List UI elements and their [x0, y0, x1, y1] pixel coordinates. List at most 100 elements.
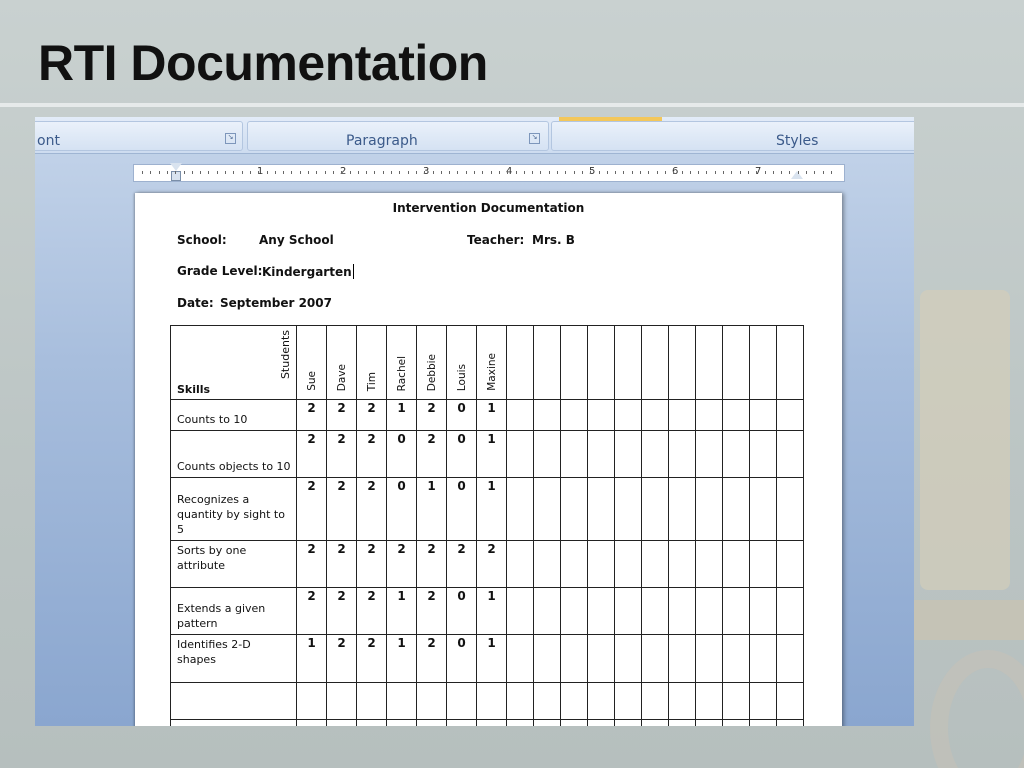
ruler-tick [565, 171, 567, 174]
score-cell: 2 [356, 399, 387, 431]
horizontal-ruler[interactable]: 1 2 3 4 5 6 7 [133, 163, 845, 182]
student-name: Debbie [425, 353, 438, 391]
grade-label: Grade Level: [177, 264, 263, 278]
ruler-tick [249, 171, 251, 174]
school-label: School: [177, 233, 227, 247]
ruler-tick [216, 171, 218, 174]
ruler-tick [424, 171, 426, 174]
word-screenshot: ont ↘ Paragraph ↘ Styles 1 2 3 4 5 6 7 I… [35, 117, 914, 726]
ruler-tick [781, 171, 783, 174]
document-page[interactable]: Intervention Documentation School: Any S… [135, 193, 842, 726]
skill-cell: Recognizes a quantity by sight to 5 [170, 477, 297, 541]
ruler-tick [465, 171, 467, 174]
ruler-tick [208, 171, 210, 174]
ruler-tick [507, 171, 509, 174]
ruler-tick [382, 171, 384, 174]
ruler-tick [407, 171, 409, 174]
document-title: Intervention Documentation [392, 201, 585, 215]
student-name: Maxine [485, 353, 498, 391]
ruler-tick [631, 171, 633, 174]
font-dialog-launcher-icon[interactable]: ↘ [225, 133, 236, 144]
ruler-tick [316, 171, 318, 174]
empty-cell [641, 325, 669, 400]
ruler-tick [797, 171, 799, 174]
skill-cell: Sorts by one attribute [170, 540, 297, 588]
student-name: Louis [455, 363, 468, 391]
teacher-label: Teacher: [467, 233, 525, 247]
ruler-tick [590, 171, 592, 174]
empty-cell [749, 325, 777, 400]
table-row-empty [170, 719, 804, 726]
ruler-tick [274, 171, 276, 174]
ruler-tick [706, 171, 708, 174]
ruler-tick [515, 171, 517, 174]
score-cell: 0 [446, 399, 477, 431]
teacher-value: Mrs. B [532, 233, 575, 247]
ribbon-bar: ont ↘ Paragraph ↘ Styles [35, 117, 914, 154]
ruler-tick [299, 171, 301, 174]
first-line-indent-marker-icon[interactable] [170, 163, 182, 171]
score-cell: 0 [386, 477, 417, 541]
ruler-tick [482, 171, 484, 174]
ruler-tick [440, 171, 442, 174]
score-cell: 1 [386, 399, 417, 431]
score-cell: 2 [296, 540, 327, 588]
score-cell: 2 [326, 540, 357, 588]
score-cell: 2 [416, 634, 447, 683]
styles-accent-bar [559, 117, 662, 121]
ruler-tick [806, 171, 807, 174]
ruler-tick [142, 171, 143, 174]
ruler-tick [175, 171, 177, 174]
score-cell: 2 [416, 540, 447, 588]
skill-cell: Extends a given pattern [170, 587, 297, 635]
table-row: Counts objects to 10 2 2 2 0 2 0 1 [170, 430, 804, 478]
score-cell: 1 [416, 477, 447, 541]
score-cell: 2 [386, 540, 417, 588]
score-cell: 2 [356, 634, 387, 683]
ruler-tick [772, 171, 774, 174]
ruler-tick [640, 171, 641, 174]
student-name: Dave [335, 363, 348, 391]
score-cell: 2 [356, 540, 387, 588]
score-cell: 2 [296, 477, 327, 541]
ribbon-styles-label: Styles [776, 133, 819, 149]
ruler-tick [308, 171, 309, 174]
score-cell: 2 [446, 540, 477, 588]
score-cell: 0 [446, 430, 477, 478]
score-cell: 2 [416, 399, 447, 431]
score-cell: 2 [416, 430, 447, 478]
ruler-tick [374, 171, 376, 174]
student-header-cell: Louis [446, 325, 477, 400]
ruler-tick [158, 171, 160, 174]
score-cell: 2 [326, 430, 357, 478]
ruler-tick [391, 171, 392, 174]
empty-cell [722, 325, 750, 400]
ruler-tick [474, 171, 475, 174]
score-cell: 2 [326, 399, 357, 431]
ruler-tick [789, 171, 791, 174]
students-header: Students [279, 330, 292, 380]
ruler-tick [681, 171, 683, 174]
empty-cell [533, 325, 561, 400]
ruler-tick [548, 171, 550, 174]
ruler-tick [615, 171, 617, 174]
table-header-row: Students Skills Sue Dave Tim Rachel Debb… [170, 325, 804, 400]
skills-header: Skills [177, 383, 211, 396]
skill-cell: Counts to 10 [170, 399, 297, 431]
date-value: September 2007 [220, 296, 332, 310]
ruler-tick [573, 171, 575, 174]
ribbon-font-label: ont [37, 133, 60, 149]
ruler-tick [648, 171, 650, 174]
ruler-area: 1 2 3 4 5 6 7 [35, 154, 914, 188]
empty-cell [587, 325, 615, 400]
table-row-empty [170, 682, 804, 720]
ruler-tick [233, 171, 235, 174]
score-cell: 0 [446, 477, 477, 541]
paragraph-dialog-launcher-icon[interactable]: ↘ [529, 133, 540, 144]
score-cell: 2 [476, 540, 507, 588]
skill-cell: Counts objects to 10 [170, 430, 297, 478]
ruler-tick [689, 171, 691, 174]
table-row: Sorts by one attribute 2 2 2 2 2 2 2 [170, 540, 804, 588]
student-header-cell: Sue [296, 325, 327, 400]
empty-cell [776, 325, 804, 400]
